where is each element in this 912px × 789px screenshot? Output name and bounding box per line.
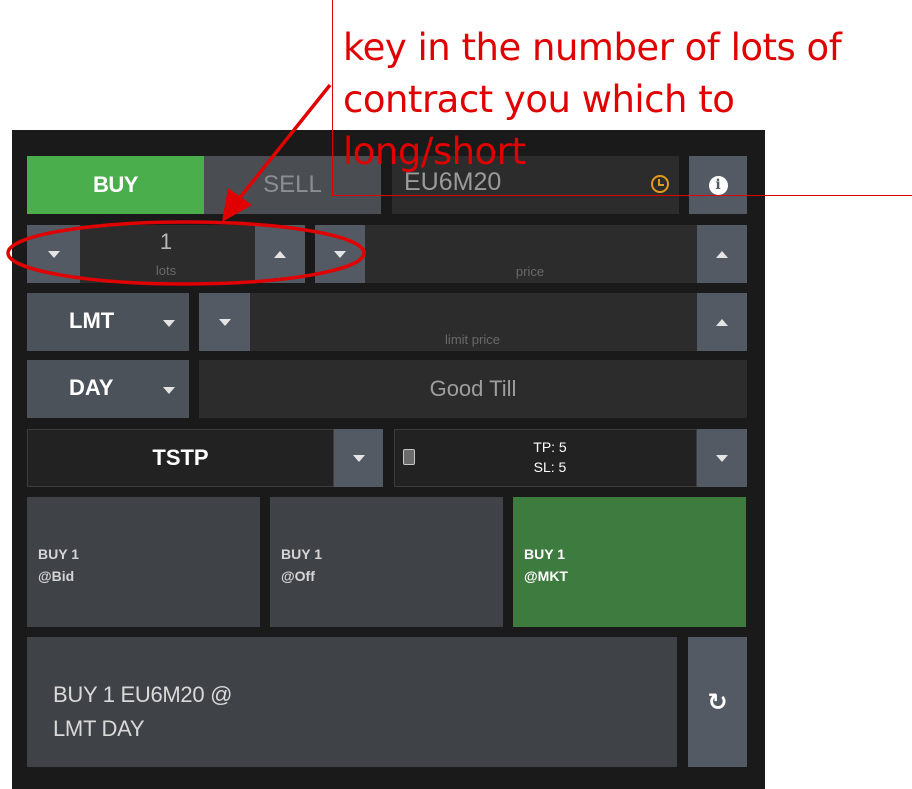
chevron-down-icon <box>163 320 175 327</box>
order-type-value: LMT <box>69 308 115 333</box>
buy-at-bid-button[interactable]: BUY 1 @Bid <box>27 497 260 627</box>
chevron-up-icon <box>716 318 728 326</box>
lots-increment-button[interactable] <box>255 225 305 283</box>
good-till-field[interactable]: Good Till <box>199 360 747 418</box>
tp-value: TP: 5 <box>533 439 567 455</box>
sl-value: SL: 5 <box>533 459 567 475</box>
price-label: price <box>515 264 545 279</box>
buy-side-button[interactable]: BUY <box>27 156 204 214</box>
action-line-1: BUY 1 <box>38 546 79 562</box>
action-line-2: @Off <box>281 568 315 584</box>
tp-sl-dropdown-button[interactable] <box>697 429 747 487</box>
bracket-type-select[interactable]: TSTP <box>27 429 334 487</box>
duration-value: DAY <box>69 375 114 400</box>
summary-line-1: BUY 1 EU6M20 @ <box>53 682 233 707</box>
chevron-down-icon <box>352 454 365 462</box>
order-summary-button[interactable]: BUY 1 EU6M20 @ LMT DAY <box>27 637 677 767</box>
duration-select[interactable]: DAY <box>27 360 189 418</box>
action-line-2: @Bid <box>38 568 75 584</box>
buy-at-market-button[interactable]: BUY 1 @MKT <box>513 497 746 627</box>
price-increment-button[interactable] <box>697 225 747 283</box>
annotation-line-1: key in the number of lots of <box>343 26 842 69</box>
action-line-1: BUY 1 <box>281 546 322 562</box>
annotation-text: key in the number of lots of contract yo… <box>343 22 842 178</box>
bracket-type-dropdown-button[interactable] <box>334 429 383 487</box>
chevron-up-icon <box>274 250 286 258</box>
reset-icon: ↻ <box>707 688 728 716</box>
buy-at-offer-button[interactable]: BUY 1 @Off <box>270 497 503 627</box>
order-type-select[interactable]: LMT <box>27 293 189 351</box>
action-line-1: BUY 1 <box>524 546 565 562</box>
annotation-line-3: long/short <box>343 130 526 173</box>
limit-price-label: limit price <box>445 332 500 347</box>
lots-decrement-button[interactable] <box>27 225 80 283</box>
chevron-down-icon <box>47 250 60 258</box>
chevron-down-icon <box>218 318 231 326</box>
chevron-down-icon <box>334 250 346 258</box>
limit-price-increment-button[interactable] <box>697 293 747 351</box>
chevron-down-icon <box>163 387 175 394</box>
chevron-up-icon <box>716 250 728 258</box>
chevron-down-icon <box>716 454 728 462</box>
limit-price-decrement-button[interactable] <box>199 293 250 351</box>
summary-line-2: LMT DAY <box>53 716 145 741</box>
lots-label: lots <box>155 263 177 278</box>
price-decrement-button[interactable] <box>315 225 365 283</box>
tp-sl-values: TP: 5 SL: 5 <box>500 437 600 477</box>
reset-button[interactable]: ↻ <box>688 637 747 767</box>
lots-value: 1 <box>159 229 173 254</box>
action-line-2: @MKT <box>524 568 568 584</box>
annotation-line-2: contract you which to <box>343 78 735 121</box>
checkbox-icon[interactable] <box>403 449 415 465</box>
